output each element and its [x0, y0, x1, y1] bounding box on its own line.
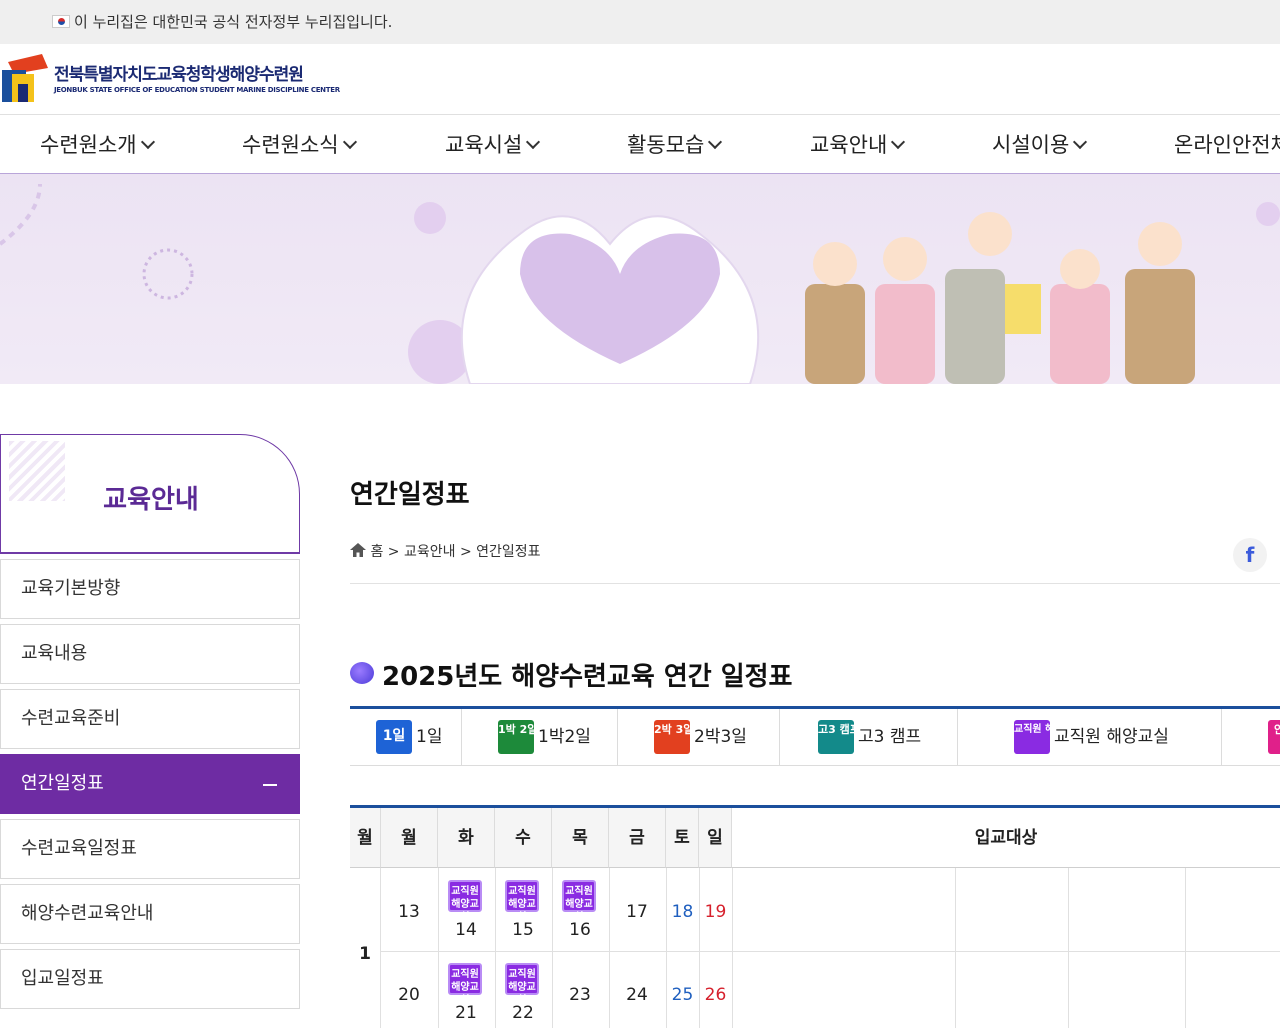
- legend-item-2days: 1박 2일1박2일: [462, 709, 618, 766]
- col-header-target: 입교대상: [732, 808, 1280, 868]
- sidebar-item-annual-schedule[interactable]: 연간일정표: [0, 754, 300, 814]
- main-nav: 수련원소개 수련원소식 교육시설 활동모습 교육안내 시설이용 온라인안전체: [0, 114, 1280, 174]
- minus-icon: [263, 784, 277, 786]
- chevron-down-icon: [140, 134, 155, 150]
- day-cell: 13: [398, 902, 420, 922]
- hero-illustration: [0, 183, 1280, 384]
- legend-item-staff-marine: 교직원 해양교실교직원 해양교실: [958, 709, 1222, 766]
- chevron-down-icon: [891, 134, 906, 150]
- sidebar-item-training-schedule[interactable]: 수련교육일정표: [0, 819, 300, 879]
- day-cell: 17: [626, 902, 648, 922]
- sidebar-item-contents[interactable]: 교육내용: [0, 624, 300, 684]
- day-cell-sat: 25: [671, 985, 694, 1005]
- bullet-icon: [350, 662, 374, 684]
- legend-badge: 1박 2일: [498, 720, 537, 754]
- nav-item-usage[interactable]: 시설이용: [992, 115, 1088, 175]
- logo-mark-icon: [2, 54, 48, 102]
- event-badge-staff-marine[interactable]: 교직원 해양교실: [448, 880, 482, 923]
- event-badge-staff-marine[interactable]: 교직원 해양교실: [448, 963, 482, 1006]
- event-badge-staff-marine[interactable]: 교직원 해양교실: [562, 880, 596, 923]
- nav-item-online-safety[interactable]: 온라인안전체: [1174, 115, 1280, 175]
- site-logo[interactable]: 전북특별자치도교육청학생해양수련원 JEONBUK STATE OFFICE O…: [2, 54, 340, 106]
- logo-name-kr: 전북특별자치도교육청학생해양수련원: [54, 65, 304, 85]
- legend-item-1day: 1일 1일: [350, 709, 462, 766]
- month-number: 1: [359, 944, 371, 964]
- day-cell: 14: [455, 920, 477, 940]
- day-cell: 21: [455, 1003, 477, 1023]
- legend-item-safety: 안 전: [1222, 709, 1280, 766]
- col-header-wed: 수: [495, 808, 552, 868]
- hero-banner: [0, 174, 1280, 384]
- col-header-month: 월: [350, 808, 381, 868]
- schedule-legend: 1일 1일 1박 2일1박2일 2박 3일2박3일 고3 캠프고3 캠프 교직원 …: [350, 706, 1280, 766]
- chevron-down-icon: [526, 134, 541, 150]
- legend-badge: 교직원 해양교실: [1014, 720, 1082, 754]
- facebook-share-icon[interactable]: f: [1233, 538, 1267, 572]
- legend-badge: 1일: [376, 720, 412, 754]
- day-cell-sun: 19: [704, 902, 727, 922]
- day-cell-sat: 18: [671, 902, 694, 922]
- site-header: 전북특별자치도교육청학생해양수련원 JEONBUK STATE OFFICE O…: [0, 44, 1280, 114]
- day-cell: 16: [569, 920, 591, 940]
- sidebar-menu: 교육기본방향 교육내용 수련교육준비 연간일정표 수련교육일정표 해양수련교육안…: [0, 559, 300, 1014]
- sidebar-item-basic-direction[interactable]: 교육기본방향: [0, 559, 300, 619]
- sidebar-item-entry-schedule[interactable]: 입교일정표: [0, 949, 300, 1009]
- sidebar-title-box: 교육안내: [0, 434, 300, 554]
- day-cell: 22: [512, 1003, 534, 1023]
- col-header-sun: 일: [699, 808, 732, 868]
- nav-item-news[interactable]: 수련원소식: [242, 115, 357, 175]
- col-header-tue: 화: [438, 808, 495, 868]
- page-title: 연간일정표: [350, 480, 470, 510]
- breadcrumb: 홈 > 교육안내 > 연간일정표: [350, 541, 541, 561]
- legend-item-3days: 2박 3일2박3일: [618, 709, 780, 766]
- col-header-sat: 토: [666, 808, 699, 868]
- home-icon[interactable]: [350, 543, 366, 557]
- logo-name-en: JEONBUK STATE OFFICE OF EDUCATION STUDEN…: [54, 86, 340, 94]
- event-badge-staff-marine[interactable]: 교직원 해양교실: [505, 880, 539, 923]
- gov-banner-text: 이 누리집은 대한민국 공식 전자정부 누리집입니다.: [74, 13, 393, 31]
- col-header-mon: 월: [381, 808, 438, 868]
- day-cell: 24: [626, 985, 648, 1005]
- sidebar-item-preparation[interactable]: 수련교육준비: [0, 689, 300, 749]
- chevron-down-icon: [342, 134, 357, 150]
- sidebar-title: 교육안내: [103, 485, 199, 515]
- breadcrumb-home[interactable]: 홈: [370, 544, 383, 560]
- nav-item-facilities[interactable]: 교육시설: [445, 115, 541, 175]
- korea-flag-icon: [52, 15, 70, 28]
- nav-item-education[interactable]: 교육안내: [810, 115, 906, 175]
- legend-badge: 안 전: [1268, 720, 1280, 754]
- day-cell: 15: [512, 920, 534, 940]
- students-illustration-icon: [805, 212, 1195, 384]
- col-header-fri: 금: [609, 808, 666, 868]
- col-header-thu: 목: [552, 808, 609, 868]
- event-badge-staff-marine[interactable]: 교직원 해양교실: [505, 963, 539, 1006]
- annual-calendar: 월 월 화 수 목 금 토 일 입교대상 1 13 교직원 해양교실 14 교직…: [350, 805, 1280, 1028]
- day-cell-sun: 26: [704, 985, 727, 1005]
- nav-item-activities[interactable]: 활동모습: [627, 115, 723, 175]
- day-cell: 20: [398, 985, 420, 1005]
- legend-badge: 2박 3일: [654, 720, 693, 754]
- chevron-down-icon: [708, 134, 723, 150]
- nav-item-about[interactable]: 수련원소개: [40, 115, 155, 175]
- gov-banner: 이 누리집은 대한민국 공식 전자정부 누리집입니다.: [0, 0, 1280, 44]
- breadcrumb-level1[interactable]: 교육안내: [404, 544, 456, 560]
- legend-item-senior-camp: 고3 캠프고3 캠프: [780, 709, 958, 766]
- legend-badge: 고3 캠프: [818, 720, 860, 754]
- day-cell: 23: [569, 985, 591, 1005]
- breadcrumb-level2[interactable]: 연간일정표: [476, 544, 540, 560]
- section-title: 2025년도 해양수련교육 연간 일정표: [350, 656, 792, 693]
- sidebar-item-marine-guide[interactable]: 해양수련교육안내: [0, 884, 300, 944]
- chevron-down-icon: [1073, 134, 1088, 150]
